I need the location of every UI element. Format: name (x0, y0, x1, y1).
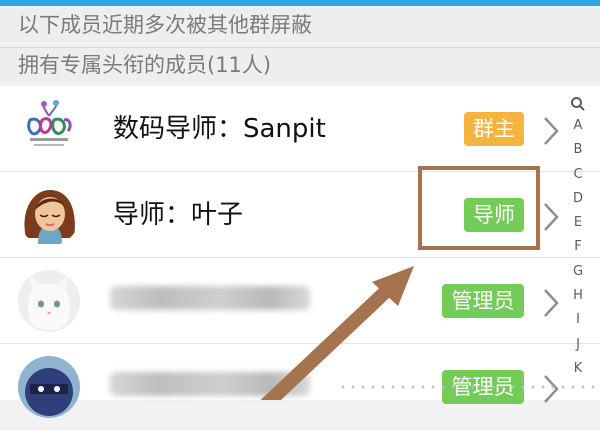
index-letter[interactable]: I (568, 308, 588, 332)
chevron-right-icon (540, 286, 562, 320)
section-header-shielded: 以下成员近期多次被其他群屏蔽 (0, 8, 600, 42)
member-name: 数码导师：Sanpit (113, 114, 326, 144)
annotation-highlight-box (418, 166, 540, 250)
index-letter[interactable]: A (568, 114, 588, 138)
member-row[interactable]: 管理员 (0, 258, 600, 344)
alphabet-index-bar[interactable]: A B C D E F G H I J K (568, 94, 588, 400)
white-cat-avatar (18, 270, 80, 332)
index-letter[interactable]: J (568, 333, 588, 357)
index-letter[interactable]: G (568, 260, 588, 284)
dotted-overlay (338, 382, 600, 392)
chevron-right-icon (540, 114, 562, 148)
role-badge: 管理员 (442, 284, 524, 318)
member-name: 导师：叶子 (113, 200, 244, 230)
section-header-titled-members: 拥有专属头衔的成员(11人) (0, 48, 600, 82)
cartoon-girl-avatar (18, 184, 80, 246)
masked-character-avatar (18, 356, 80, 418)
family-logo-avatar (18, 98, 80, 160)
blurred-member-name (110, 286, 310, 310)
avatar (18, 184, 80, 246)
index-letter[interactable]: E (568, 211, 588, 235)
index-letter[interactable]: B (568, 138, 588, 162)
avatar (18, 270, 80, 332)
member-row[interactable]: 数码导师：Sanpit 群主 (0, 86, 600, 172)
index-letter[interactable]: F (568, 235, 588, 259)
avatar (18, 98, 80, 160)
index-letter[interactable]: K (568, 357, 588, 381)
index-letter[interactable]: H (568, 284, 588, 308)
chevron-right-icon (540, 200, 562, 234)
avatar (18, 356, 80, 418)
index-letter[interactable]: D (568, 187, 588, 211)
role-badge: 群主 (464, 112, 524, 146)
top-accent-bar (0, 0, 600, 6)
search-icon[interactable] (568, 94, 588, 114)
index-letter[interactable]: C (568, 163, 588, 187)
blurred-member-name (110, 372, 310, 396)
